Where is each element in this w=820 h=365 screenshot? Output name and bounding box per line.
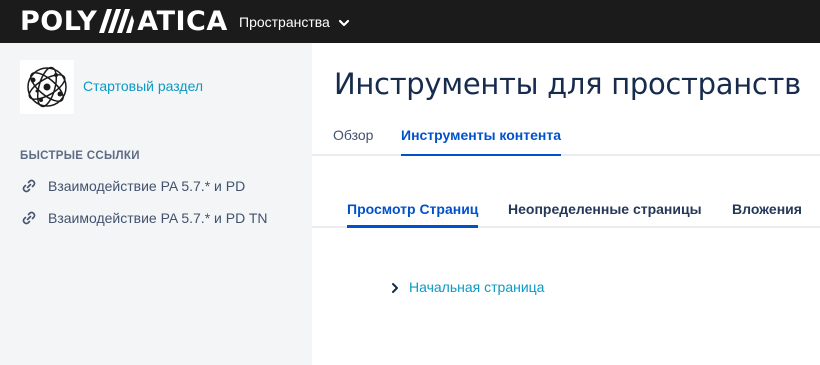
subtab-orphaned-pages[interactable]: Неопределенные страницы [508,201,702,226]
main-tabs: Обзор Инструменты контента [312,121,820,156]
quick-link-item[interactable]: Взаимодействие PA 5.7.* и PD TN [20,208,268,228]
space-home-link[interactable]: Стартовый раздел [83,78,203,94]
chevron-right-icon[interactable] [390,281,400,293]
quick-link-label: Взаимодействие PA 5.7.* и PD [48,178,246,194]
link-icon [20,177,38,195]
space-avatar[interactable] [20,60,74,114]
page-tree-label[interactable]: Начальная страница [409,279,544,295]
content-tools-subtabs: Просмотр Страниц Неопределенные страницы… [312,195,820,228]
page-title: Инструменты для пространств [334,67,801,101]
quick-links-heading: БЫСТРЫЕ ССЫЛКИ [20,150,140,162]
top-navigation-bar: POLY ATICA Пространства [0,0,820,43]
tab-content-tools[interactable]: Инструменты контента [401,127,562,156]
logo-text-left: POLY [20,5,98,37]
polymatica-logo[interactable]: POLY ATICA [20,5,228,37]
logo-text-right: ATICA [137,5,228,37]
quick-link-item[interactable]: Взаимодействие PA 5.7.* и PD [20,176,245,196]
sidebar: Стартовый раздел БЫСТРЫЕ ССЫЛКИ Взаимоде… [0,43,312,365]
subtab-page-view[interactable]: Просмотр Страниц [347,201,479,228]
globe-logo-icon [20,60,74,114]
quick-link-label: Взаимодействие PA 5.7.* и PD TN [48,210,268,226]
chevron-down-icon [338,16,350,28]
page-tree-item[interactable]: Начальная страница [390,277,544,297]
subtab-attachments[interactable]: Вложения [732,201,802,226]
spaces-menu-button[interactable]: Пространства [239,12,350,32]
tab-overview[interactable]: Обзор [333,127,373,155]
link-icon [20,209,38,227]
spaces-menu-label: Пространства [239,14,330,30]
logo-m-mark-icon [98,8,136,34]
